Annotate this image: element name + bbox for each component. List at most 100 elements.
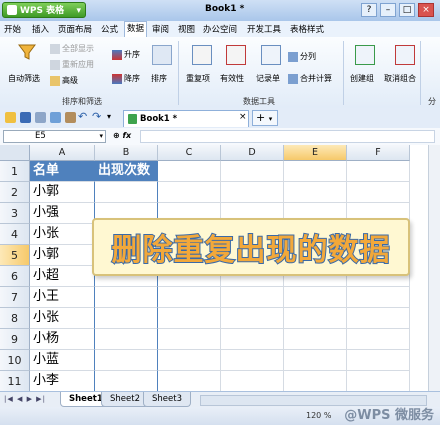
table-cell[interactable]: 名单 bbox=[30, 161, 95, 182]
undo-icon[interactable]: ↶ bbox=[78, 111, 89, 123]
table-cell[interactable] bbox=[95, 308, 158, 329]
format-painter-icon[interactable] bbox=[65, 112, 76, 123]
new-file-icon[interactable] bbox=[5, 112, 16, 123]
row-header[interactable]: 8 bbox=[0, 308, 30, 329]
document-tab[interactable]: Book1 * bbox=[123, 110, 249, 127]
table-cell[interactable]: 小强 bbox=[30, 203, 95, 224]
table-cell[interactable] bbox=[158, 350, 221, 371]
customize-toolbar-icon[interactable]: ▾ bbox=[107, 112, 118, 123]
fx-icon[interactable]: ⊕ fx bbox=[113, 131, 131, 140]
table-cell[interactable]: 小张 bbox=[30, 224, 95, 245]
sheet-tab-2[interactable]: Sheet2 bbox=[101, 392, 149, 407]
tab-view[interactable]: 视图 bbox=[178, 23, 195, 35]
row-header[interactable]: 5 bbox=[0, 245, 30, 266]
table-cell[interactable]: 小李 bbox=[30, 371, 95, 391]
sort-desc-button[interactable]: 降序 bbox=[112, 73, 140, 84]
row-header[interactable]: 11 bbox=[0, 371, 30, 391]
row-header[interactable]: 3 bbox=[0, 203, 30, 224]
table-cell[interactable] bbox=[158, 329, 221, 350]
table-cell[interactable] bbox=[284, 371, 347, 391]
table-cell[interactable] bbox=[158, 182, 221, 203]
record-button[interactable]: 记录单 bbox=[256, 73, 280, 84]
tab-formula[interactable]: 公式 bbox=[101, 23, 118, 35]
maximize-button[interactable]: □ bbox=[399, 3, 415, 17]
table-cell[interactable] bbox=[347, 161, 410, 182]
help-icon[interactable]: ? bbox=[361, 3, 377, 17]
vertical-scrollbar[interactable] bbox=[428, 145, 440, 391]
table-cell[interactable] bbox=[347, 329, 410, 350]
table-cell[interactable] bbox=[347, 350, 410, 371]
column-header-e[interactable]: E bbox=[284, 145, 347, 161]
table-cell[interactable] bbox=[347, 371, 410, 391]
row-header[interactable]: 9 bbox=[0, 329, 30, 350]
sort-asc-button[interactable]: 升序 bbox=[112, 49, 140, 60]
sheet-tab-3[interactable]: Sheet3 bbox=[143, 392, 191, 407]
group-button[interactable]: 创建组 bbox=[350, 73, 374, 84]
advanced-filter-button[interactable]: 高级 bbox=[50, 75, 78, 86]
table-cell[interactable]: 小超 bbox=[30, 266, 95, 287]
row-header[interactable]: 10 bbox=[0, 350, 30, 371]
reapply-button[interactable]: 重新应用 bbox=[50, 59, 94, 70]
table-cell[interactable] bbox=[95, 182, 158, 203]
tab-insert[interactable]: 插入 bbox=[32, 23, 49, 35]
tab-start[interactable]: 开始 bbox=[4, 23, 21, 35]
show-all-button[interactable]: 全部显示 bbox=[50, 43, 94, 54]
tab-table-style[interactable]: 表格样式 bbox=[290, 23, 324, 35]
new-tab-button[interactable]: + ▾ bbox=[252, 110, 278, 126]
row-header[interactable]: 6 bbox=[0, 266, 30, 287]
column-header-b[interactable]: B bbox=[95, 145, 158, 161]
column-header-d[interactable]: D bbox=[221, 145, 284, 161]
formula-input[interactable] bbox=[140, 130, 435, 143]
validity-button[interactable]: 有效性 bbox=[220, 73, 244, 84]
table-cell[interactable] bbox=[284, 329, 347, 350]
select-all-corner[interactable] bbox=[0, 145, 30, 161]
table-cell[interactable] bbox=[221, 161, 284, 182]
table-cell[interactable] bbox=[221, 287, 284, 308]
auto-filter-button[interactable]: 自动筛选 bbox=[8, 73, 40, 84]
tab-review[interactable]: 审阅 bbox=[152, 23, 169, 35]
table-cell[interactable] bbox=[158, 308, 221, 329]
row-header[interactable]: 4 bbox=[0, 224, 30, 245]
table-cell[interactable] bbox=[284, 287, 347, 308]
table-cell[interactable] bbox=[347, 182, 410, 203]
row-header[interactable]: 7 bbox=[0, 287, 30, 308]
table-cell[interactable]: 小王 bbox=[30, 287, 95, 308]
table-cell[interactable]: 出现次数 bbox=[95, 161, 158, 182]
tab-office-space[interactable]: 办公空间 bbox=[203, 23, 237, 35]
table-cell[interactable]: 小郭 bbox=[30, 245, 95, 266]
table-cell[interactable] bbox=[221, 182, 284, 203]
sort-button[interactable]: 排序 bbox=[151, 73, 167, 84]
table-cell[interactable] bbox=[95, 329, 158, 350]
column-header-c[interactable]: C bbox=[158, 145, 221, 161]
tab-page-layout[interactable]: 页面布局 bbox=[58, 23, 92, 35]
table-cell[interactable] bbox=[95, 371, 158, 391]
table-cell[interactable] bbox=[158, 287, 221, 308]
close-button[interactable]: × bbox=[418, 3, 434, 17]
row-header[interactable]: 1 bbox=[0, 161, 30, 182]
sheet-nav-arrows-icon[interactable]: |◀ ◀ ▶ ▶| bbox=[4, 395, 46, 403]
table-cell[interactable] bbox=[221, 308, 284, 329]
table-cell[interactable] bbox=[284, 161, 347, 182]
table-cell[interactable] bbox=[221, 371, 284, 391]
table-cell[interactable] bbox=[95, 287, 158, 308]
print-icon[interactable] bbox=[35, 112, 46, 123]
save-icon[interactable] bbox=[20, 112, 31, 123]
table-cell[interactable] bbox=[95, 350, 158, 371]
close-tab-icon[interactable]: × bbox=[239, 112, 247, 122]
column-header-a[interactable]: A bbox=[30, 145, 95, 161]
table-cell[interactable] bbox=[284, 308, 347, 329]
minimize-button[interactable]: – bbox=[380, 3, 396, 17]
ungroup-button[interactable]: 取消组合 bbox=[384, 73, 416, 84]
table-cell[interactable] bbox=[347, 308, 410, 329]
table-cell[interactable]: 小张 bbox=[30, 308, 95, 329]
split-button[interactable]: 分列 bbox=[288, 51, 316, 62]
zoom-level[interactable]: 120 % bbox=[306, 411, 331, 420]
table-cell[interactable] bbox=[284, 182, 347, 203]
redo-icon[interactable]: ↷ bbox=[92, 111, 103, 123]
print-preview-icon[interactable] bbox=[50, 112, 61, 123]
table-cell[interactable]: 小杨 bbox=[30, 329, 95, 350]
table-cell[interactable]: 小蓝 bbox=[30, 350, 95, 371]
duplicates-button[interactable]: 重复项 bbox=[186, 73, 210, 84]
app-menu-button[interactable]: WPS 表格 ▾ bbox=[2, 2, 86, 18]
column-header-f[interactable]: F bbox=[347, 145, 410, 161]
